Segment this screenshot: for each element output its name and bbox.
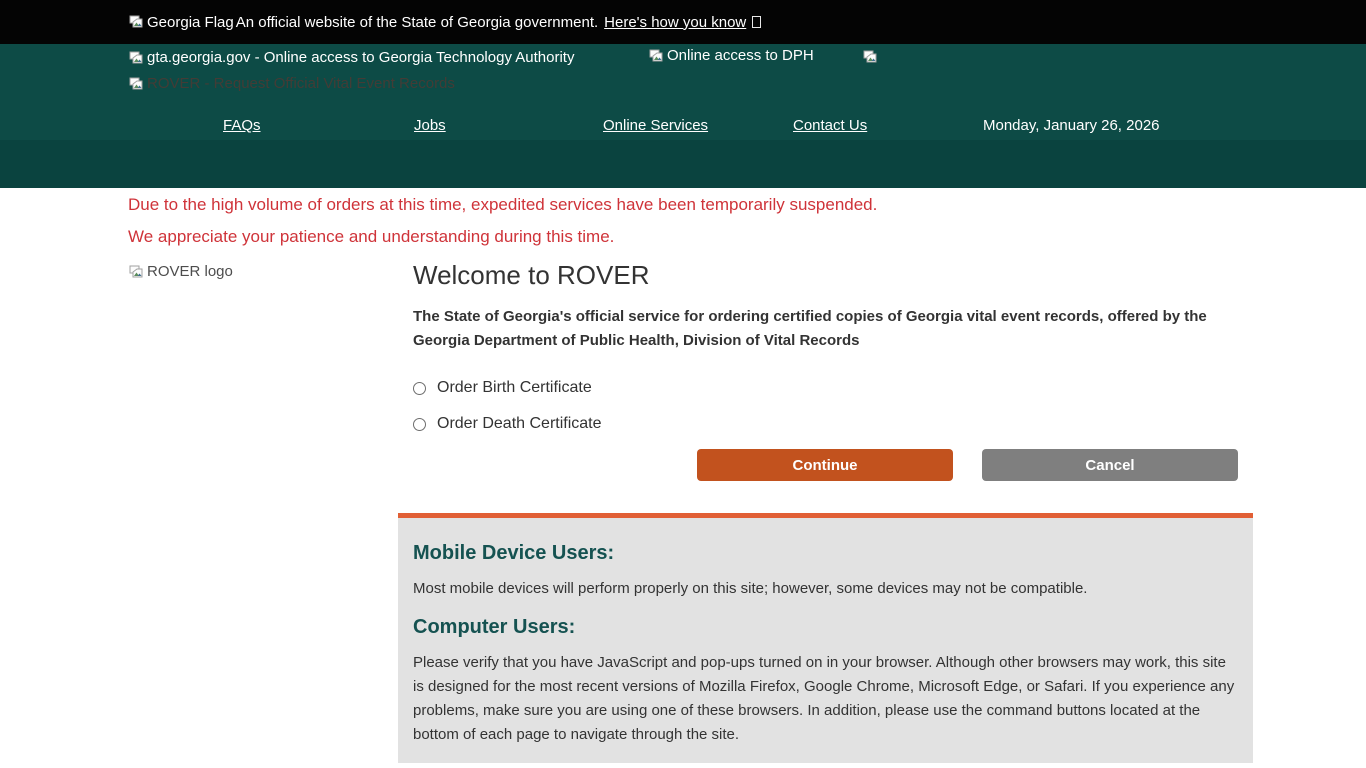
site-header: gta.georgia.gov - Online access to Georg… [0, 44, 1366, 140]
death-certificate-radio[interactable] [413, 418, 426, 431]
broken-image-icon [128, 76, 144, 92]
nav-online-services[interactable]: Online Services [603, 117, 708, 134]
cancel-button[interactable]: Cancel [982, 449, 1238, 481]
broken-image-icon [128, 14, 144, 30]
official-site-text: An official website of the State of Geor… [236, 14, 598, 31]
broken-image-icon [862, 49, 878, 65]
rover-logo-alt-text: ROVER logo [147, 263, 233, 280]
broken-image-icon [128, 50, 144, 66]
dph-logo-image[interactable]: Online access to DPH [648, 47, 814, 64]
heres-how-you-know-link[interactable]: Here's how you know [604, 14, 746, 31]
mobile-users-heading: Mobile Device Users: [413, 542, 1238, 564]
death-certificate-label: Order Death Certificate [437, 415, 602, 433]
action-buttons: Continue Cancel [413, 449, 1273, 481]
broken-image-icon [648, 48, 664, 64]
official-site-banner: Georgia Flag An official website of the … [0, 0, 1366, 44]
alert-message: Due to the high volume of orders at this… [128, 188, 1366, 253]
rover-logo-image: ROVER logo [128, 263, 233, 280]
current-date: Monday, January 26, 2026 [983, 117, 1160, 134]
birth-certificate-label: Order Birth Certificate [437, 379, 592, 397]
browser-info-box: Mobile Device Users: Most mobile devices… [398, 513, 1253, 763]
georgia-flag-image: Georgia Flag [128, 14, 234, 31]
order-birth-certificate-option: Order Birth Certificate [413, 379, 1273, 397]
mobile-users-text: Most mobile devices will perform properl… [413, 577, 1238, 601]
main-content: ROVER logo Welcome to ROVER The State of… [0, 260, 1366, 763]
alert-line-2: We appreciate your patience and understa… [128, 221, 1366, 253]
rover-banner-alt-text: ROVER - Request Official Vital Event Rec… [147, 75, 455, 92]
blank-header-image [862, 49, 878, 65]
rover-banner-image: ROVER - Request Official Vital Event Rec… [128, 75, 455, 92]
nav-contact-us[interactable]: Contact Us [793, 117, 867, 134]
broken-image-icon [128, 264, 144, 280]
gta-logo-image[interactable]: gta.georgia.gov - Online access to Georg… [128, 49, 574, 66]
birth-certificate-radio[interactable] [413, 382, 426, 395]
computer-users-text: Please verify that you have JavaScript a… [413, 651, 1238, 747]
order-death-certificate-option: Order Death Certificate [413, 415, 1273, 433]
page-title: Welcome to ROVER [413, 260, 1273, 291]
intro-text: The State of Georgia's official service … [413, 305, 1241, 353]
nav-faqs[interactable]: FAQs [223, 117, 261, 134]
nav-jobs[interactable]: Jobs [414, 117, 446, 134]
alert-line-1: Due to the high volume of orders at this… [128, 189, 1366, 221]
continue-button[interactable]: Continue [697, 449, 953, 481]
unknown-glyph-box [752, 16, 761, 28]
dph-logo-alt-text: Online access to DPH [667, 47, 814, 64]
gta-logo-alt-text: gta.georgia.gov - Online access to Georg… [147, 49, 574, 66]
computer-users-heading: Computer Users: [413, 616, 1238, 638]
header-accent-band [0, 140, 1366, 188]
georgia-flag-alt-text: Georgia Flag [147, 14, 234, 31]
